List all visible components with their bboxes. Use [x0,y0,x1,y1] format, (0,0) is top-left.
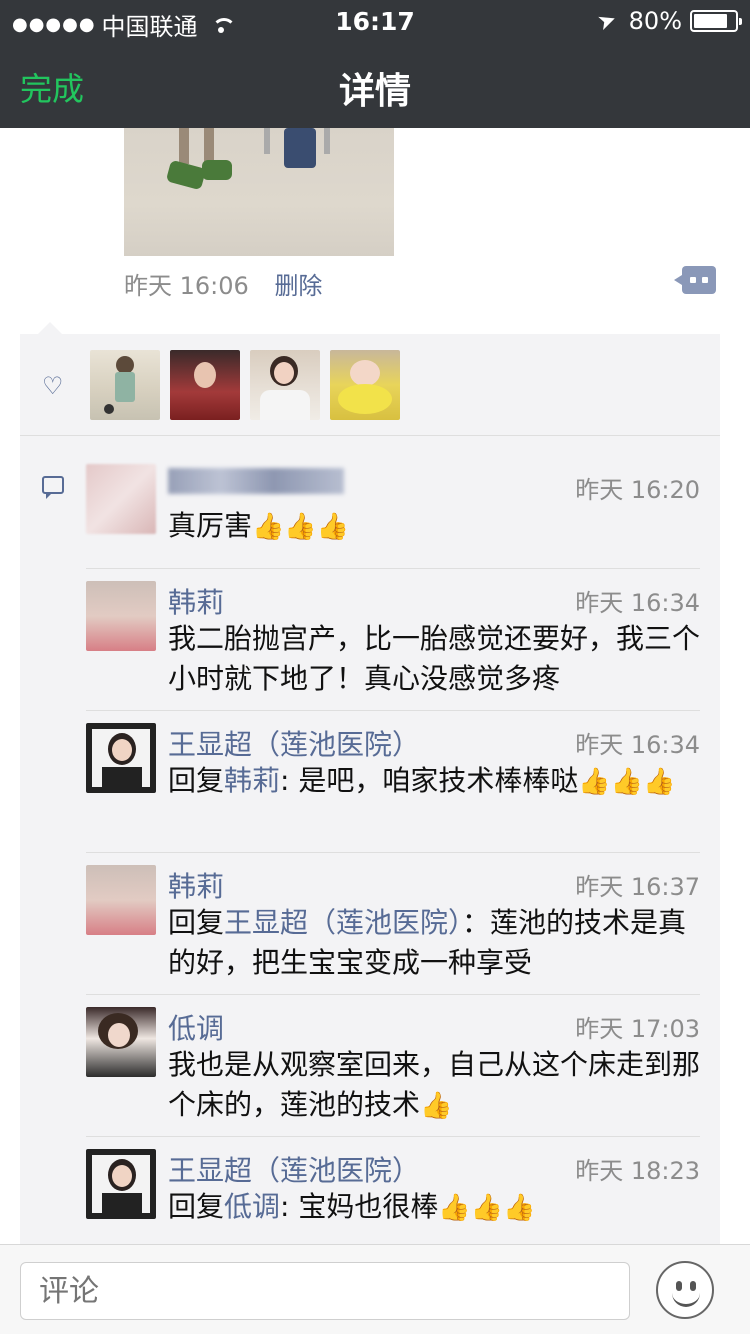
battery-icon [690,10,742,32]
comment-text: 我也是从观察室回来，自己从这个床走到那个床的，莲池的技术👍 [168,1048,701,1121]
avatar[interactable] [170,350,240,420]
comment-time: 昨天 16:37 [575,873,700,901]
thumbs-up-icon: 👍👍👍 [578,767,676,797]
comment-item[interactable]: 韩莉 昨天 16:37 回复王显超（莲池医院）：莲池的技术是真的好，把生宝宝变成… [86,852,700,994]
comment-input[interactable] [20,1262,630,1320]
comment-author[interactable]: 韩莉 [168,865,224,905]
comment-text: 真厉害👍👍👍 [168,509,350,542]
post-meta: 昨天 16:06 删除 [124,266,322,301]
emoji-icon[interactable] [656,1261,714,1319]
thumbs-up-icon: 👍 [420,1091,453,1121]
blurred-name [168,468,344,494]
avatar[interactable] [86,865,156,935]
top-bar: ●●●●● 中国联通 16:17 ➤ 80% 完成 详情 [0,0,750,128]
location-arrow-icon: ➤ [594,6,621,36]
comment-text: 回复低调: 宝妈也很棒👍👍👍 [168,1190,536,1223]
more-actions-button[interactable] [674,266,716,294]
reply-target[interactable]: 韩莉 [224,764,280,797]
page-title: 详情 [338,71,411,112]
avatar[interactable] [86,723,156,793]
avatar[interactable] [90,350,160,420]
comment-item[interactable]: 昨天 16:20 真厉害👍👍👍 [86,458,700,570]
comment-time: 昨天 16:20 [575,476,700,504]
comment-item[interactable]: 王显超（莲池医院） 昨天 16:34 回复韩莉: 是吧，咱家技术棒棒哒👍👍👍 [86,710,700,852]
comment-text: 回复王显超（莲池医院）：莲池的技术是真的好，把生宝宝变成一种享受 [168,906,687,979]
avatar[interactable] [330,350,400,420]
comment-author[interactable]: 低调 [168,1007,224,1047]
likes-row: ♡ [20,334,720,436]
comment-item[interactable]: 低调 昨天 17:03 我也是从观察室回来，自己从这个床走到那个床的，莲池的技术… [86,994,700,1136]
thumbs-up-icon: 👍👍👍 [252,512,350,542]
comment-composer [0,1244,750,1334]
comment-icon [42,476,64,499]
comment-time: 昨天 17:03 [575,1015,700,1043]
comment-time: 昨天 18:23 [575,1157,700,1185]
delete-link[interactable]: 删除 [274,272,322,300]
thumbs-up-icon: 👍👍👍 [438,1193,536,1223]
comment-item[interactable]: 王显超（莲池医院） 昨天 18:23 回复低调: 宝妈也很棒👍👍👍 [86,1136,700,1254]
avatar[interactable] [86,464,156,534]
avatar[interactable] [250,350,320,420]
interaction-panel: ♡ 昨天 16:20 真厉害👍👍👍 韩莉 昨天 16:34 我二胎抛宫产，比一胎… [20,334,720,1254]
comment-text: 我二胎抛宫产，比一胎感觉还要好，我三个小时就下地了！真心没感觉多疼 [168,622,701,695]
comment-author[interactable]: 王显超（莲池医院） [168,1149,420,1189]
comment-item[interactable]: 韩莉 昨天 16:34 我二胎抛宫产，比一胎感觉还要好，我三个小时就下地了！真心… [86,568,700,710]
post-photo[interactable] [124,128,394,256]
status-bar: ●●●●● 中国联通 16:17 ➤ 80% [0,0,750,41]
comment-author[interactable]: 王显超（莲池医院） [168,723,420,763]
heart-icon: ♡ [42,372,64,400]
avatar[interactable] [86,1149,156,1219]
comment-text: 回复韩莉: 是吧，咱家技术棒棒哒👍👍👍 [168,764,676,797]
comment-author[interactable]: 韩莉 [168,581,224,621]
comment-author[interactable] [168,468,344,501]
battery-percent: 80% [628,7,682,35]
comment-time: 昨天 16:34 [575,731,700,759]
reply-target[interactable]: 低调 [224,1190,280,1223]
reply-target[interactable]: 王显超（莲池医院） [224,906,462,939]
avatar[interactable] [86,1007,156,1077]
post-time: 昨天 16:06 [124,272,249,300]
avatar[interactable] [86,581,156,651]
comment-time: 昨天 16:34 [575,589,700,617]
